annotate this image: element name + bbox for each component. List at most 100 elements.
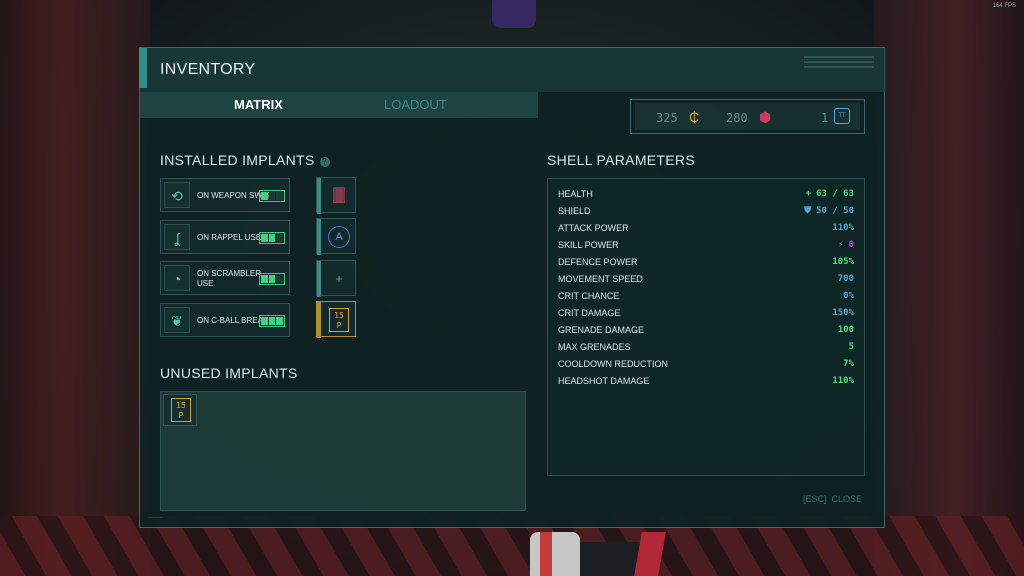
param-name: SHIELD — [558, 206, 591, 216]
param-name: COOLDOWN REDUCTION — [558, 359, 668, 369]
param-name: CRIT CHANCE — [558, 291, 620, 301]
param-row: ATTACK POWER 110% — [558, 223, 854, 237]
close-key: [ESC] — [802, 494, 827, 504]
tab-matrix[interactable]: MATRIX — [234, 97, 283, 112]
currency-bar: 325 ₵ 280 ⬢ 1 TT — [630, 99, 865, 134]
param-value-text: 110% — [832, 223, 854, 233]
close-button[interactable]: [ESC] CLOSE — [803, 494, 862, 504]
param-value-text: 0% — [843, 291, 854, 301]
param-value-text: 100 — [837, 325, 854, 335]
scene-left-pillar — [0, 0, 150, 576]
param-value: 110% — [832, 223, 854, 233]
param-value: 0% — [843, 291, 854, 301]
param-row: CRIT DAMAGE 150% — [558, 308, 854, 322]
param-name: GRENADE DAMAGE — [558, 325, 645, 335]
weapon-body — [530, 532, 580, 576]
param-row: MOVEMENT SPEED 700 — [558, 274, 854, 288]
cubes-icon: ⬢ — [759, 109, 772, 125]
installed-implants-title: INSTALLED IMPLANTS? — [160, 152, 330, 168]
param-row: SKILL POWER ⚡ 0 — [558, 240, 854, 254]
slot-bar — [317, 261, 321, 297]
slot-bar — [317, 302, 321, 338]
implant-slot-1[interactable]: 🀫 — [316, 177, 356, 214]
param-name: ATTACK POWER — [558, 223, 629, 233]
implant-row-weapon-swap[interactable]: ⟲ ON WEAPON SWAP — [160, 178, 290, 212]
weapon-stripe — [540, 532, 552, 576]
battery-indicator — [259, 232, 285, 244]
param-row: DEFENCE POWER 105% — [558, 257, 854, 271]
param-row: SHIELD ⛊ 50 / 50 — [558, 206, 854, 220]
battery-indicator — [259, 315, 285, 327]
installed-implants-label: INSTALLED IMPLANTS — [160, 152, 315, 168]
param-row: GRENADE DAMAGE 100 — [558, 325, 854, 339]
unused-implant-chip[interactable]: 15 P — [163, 394, 197, 426]
scrambler-icon: ◔ — [164, 265, 190, 291]
player-weapon — [520, 526, 680, 576]
shell-parameters-table: HEALTH +63 / 63 SHIELD ⛊ 50 / 50 ATTACK POWER… — [547, 178, 865, 476]
param-name: CRIT DAMAGE — [558, 308, 621, 318]
token-icon: TT — [834, 108, 850, 124]
param-icon: + — [805, 189, 812, 199]
footer-decoration: ——— — [148, 515, 163, 521]
shell-parameters-title: SHELL PARAMETERS — [547, 152, 695, 168]
slot-bar — [317, 219, 321, 255]
param-value: 100 — [838, 325, 854, 335]
unused-implants-grid: 15 P — [160, 391, 526, 511]
param-name: HEADSHOT DAMAGE — [558, 376, 650, 386]
credits-value: 325 — [656, 111, 678, 125]
unused-implants-title: UNUSED IMPLANTS — [160, 365, 298, 381]
chip-label-bottom: P — [178, 411, 184, 420]
inventory-title: INVENTORY — [160, 61, 256, 78]
param-value: +63 / 63 — [806, 189, 854, 199]
target-A-icon: A — [328, 226, 350, 248]
implant-row-rappel-use[interactable]: ʆ ON RAPPEL USE — [160, 220, 290, 254]
grenade-device-icon: 🀫 — [332, 187, 346, 204]
param-value: ⚡ 0 — [838, 240, 854, 250]
weapon-grip — [580, 542, 640, 576]
chip-label: 15 P — [329, 308, 349, 332]
implant-row-scrambler-use[interactable]: ◔ ON SCRAMBLER USE — [160, 261, 290, 295]
header-decoration — [804, 56, 874, 71]
param-value: 7% — [843, 359, 854, 369]
help-icon[interactable]: ? — [319, 157, 330, 167]
param-value: 700 — [838, 274, 854, 284]
param-value: 110% — [832, 376, 854, 386]
param-value: 105% — [832, 257, 854, 267]
cubes-value: 280 — [726, 111, 748, 125]
param-row: HEADSHOT DAMAGE 110% — [558, 376, 854, 390]
weapon-trigger — [634, 532, 666, 576]
param-value-text: 63 / 63 — [816, 189, 854, 199]
weapon-swap-icon: ⟲ — [164, 182, 190, 208]
battery-indicator — [259, 273, 285, 285]
tab-loadout[interactable]: LOADOUT — [384, 97, 447, 112]
param-name: SKILL POWER — [558, 240, 619, 250]
credits-icon: ₵ — [689, 109, 700, 125]
chip-label: 15 P — [171, 398, 191, 422]
param-icon: ⚡ — [838, 240, 844, 250]
tokens-value: 1 — [821, 111, 829, 125]
param-value-text: 7% — [843, 359, 854, 369]
param-row: HEALTH +63 / 63 — [558, 189, 854, 203]
param-value: 150% — [832, 308, 854, 318]
param-name: HEALTH — [558, 189, 593, 199]
param-value-text: 700 — [837, 274, 854, 284]
param-value: 5 — [849, 342, 854, 352]
implant-slot-3-empty[interactable]: + — [316, 260, 356, 297]
implant-row-cball-break[interactable]: ❦ ON C-BALL BREAK — [160, 303, 290, 337]
param-row: MAX GRENADES 5 — [558, 342, 854, 356]
scene-top-prop — [492, 0, 536, 28]
param-row: COOLDOWN REDUCTION 7% — [558, 359, 854, 373]
param-name: MAX GRENADES — [558, 342, 631, 352]
implant-slot-4[interactable]: 15 P — [316, 301, 356, 338]
implant-slot-2[interactable]: A — [316, 218, 356, 255]
param-name: DEFENCE POWER — [558, 257, 638, 267]
inventory-panel: INVENTORY MATRIX LOADOUT 325 ₵ 280 ⬢ 1 T… — [139, 47, 886, 528]
header-accent-bar — [139, 48, 147, 88]
plus-icon: + — [335, 272, 343, 286]
param-icon: ⛊ — [804, 206, 812, 216]
tab-bar: MATRIX LOADOUT — [140, 92, 538, 118]
param-value-text: 105% — [832, 257, 854, 267]
rappel-icon: ʆ — [164, 224, 190, 250]
param-value: ⛊ 50 / 50 — [804, 206, 854, 216]
chip-label-bottom: P — [336, 321, 342, 330]
